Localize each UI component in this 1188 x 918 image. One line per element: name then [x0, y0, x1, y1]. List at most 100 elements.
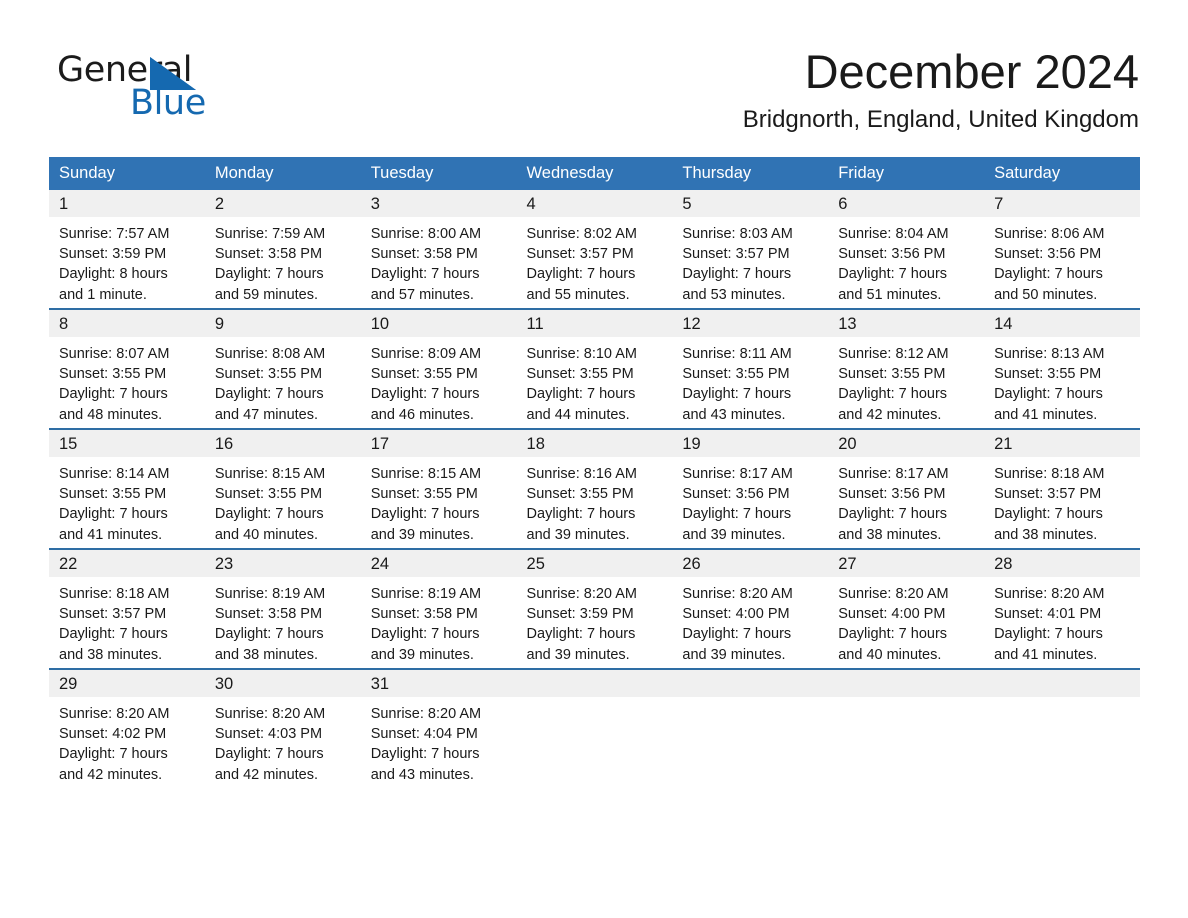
sunset-text: Sunset: 3:56 PM — [682, 486, 790, 503]
day-details: Sunrise: 8:13 AM Sunset: 3:55 PM Dayligh… — [984, 337, 1140, 425]
day-cell[interactable]: 22 Sunrise: 8:18 AM Sunset: 3:57 PM Dayl… — [49, 548, 205, 669]
day-cell[interactable]: 10 Sunrise: 8:09 AM Sunset: 3:55 PM Dayl… — [360, 308, 517, 429]
calendar-week-row: 29 Sunrise: 8:20 AM Sunset: 4:02 PM Dayl… — [49, 668, 1140, 788]
day-cell[interactable]: 31 Sunrise: 8:20 AM Sunset: 4:04 PM Dayl… — [360, 668, 517, 788]
sunset-text: Sunset: 3:55 PM — [682, 366, 790, 383]
day-cell[interactable]: 20 Sunrise: 8:17 AM Sunset: 3:56 PM Dayl… — [828, 428, 985, 549]
day-details: Sunrise: 8:19 AM Sunset: 3:58 PM Dayligh… — [361, 577, 517, 665]
daylight-text-line2: and 39 minutes. — [526, 646, 630, 663]
sunrise-text: Sunrise: 8:20 AM — [59, 706, 170, 722]
day-cell[interactable]: 4 Sunrise: 8:02 AM Sunset: 3:57 PM Dayli… — [516, 190, 673, 309]
day-cell[interactable]: 1 Sunrise: 7:57 AM Sunset: 3:59 PM Dayli… — [49, 190, 205, 309]
day-cell[interactable]: 9 Sunrise: 8:08 AM Sunset: 3:55 PM Dayli… — [204, 308, 361, 429]
sunrise-text: Sunrise: 8:20 AM — [994, 586, 1105, 602]
day-details: Sunrise: 8:17 AM Sunset: 3:56 PM Dayligh… — [828, 457, 984, 545]
general-blue-logo[interactable]: General Blue — [57, 52, 317, 130]
sunset-text: Sunset: 3:57 PM — [59, 606, 167, 623]
daylight-text-line2: and 47 minutes. — [214, 406, 319, 423]
day-number: 26 — [672, 550, 829, 577]
sunset-text: Sunset: 4:00 PM — [682, 606, 790, 623]
day-number: 18 — [516, 430, 673, 457]
day-cell[interactable]: 12 Sunrise: 8:11 AM Sunset: 3:55 PM Dayl… — [672, 308, 829, 429]
day-cell[interactable]: 28 Sunrise: 8:20 AM Sunset: 4:01 PM Dayl… — [984, 548, 1140, 669]
daylight-text-line2: and 42 minutes. — [59, 766, 163, 783]
daylight-text-line1: Daylight: 7 hours — [59, 626, 168, 643]
day-details: Sunrise: 8:03 AM Sunset: 3:57 PM Dayligh… — [672, 217, 828, 305]
daylight-text-line2: and 41 minutes. — [994, 406, 1098, 423]
day-cell[interactable]: 29 Sunrise: 8:20 AM Sunset: 4:02 PM Dayl… — [49, 668, 205, 788]
day-number: 9 — [204, 310, 361, 337]
day-cell[interactable]: 6 Sunrise: 8:04 AM Sunset: 3:56 PM Dayli… — [828, 190, 985, 309]
sunrise-text: Sunrise: 8:02 AM — [526, 226, 637, 242]
day-number: 22 — [49, 550, 205, 577]
sunrise-text: Sunrise: 8:14 AM — [59, 466, 170, 482]
sunrise-text: Sunrise: 8:19 AM — [214, 586, 326, 602]
day-cell[interactable]: 11 Sunrise: 8:10 AM Sunset: 3:55 PM Dayl… — [516, 308, 673, 429]
day-cell[interactable]: 13 Sunrise: 8:12 AM Sunset: 3:55 PM Dayl… — [828, 308, 985, 429]
sunset-text: Sunset: 3:56 PM — [838, 246, 946, 263]
day-cell[interactable]: 23 Sunrise: 8:19 AM Sunset: 3:58 PM Dayl… — [204, 548, 361, 669]
day-number: 11 — [516, 310, 673, 337]
sunset-text: Sunset: 3:58 PM — [370, 246, 478, 263]
sunset-text: Sunset: 4:03 PM — [214, 726, 323, 743]
sunrise-text: Sunrise: 8:08 AM — [214, 346, 326, 362]
daylight-text-line2: and 39 minutes. — [526, 526, 630, 543]
day-cell[interactable]: 2 Sunrise: 7:59 AM Sunset: 3:58 PM Dayli… — [204, 190, 361, 309]
sunset-text: Sunset: 3:57 PM — [682, 246, 790, 263]
day-cell[interactable]: 19 Sunrise: 8:17 AM Sunset: 3:56 PM Dayl… — [672, 428, 829, 549]
sunrise-text: Sunrise: 8:10 AM — [526, 346, 637, 362]
sunrise-text: Sunrise: 8:19 AM — [370, 586, 482, 602]
day-cell[interactable]: 21 Sunrise: 8:18 AM Sunset: 3:57 PM Dayl… — [984, 428, 1140, 549]
day-cell[interactable]: 14 Sunrise: 8:13 AM Sunset: 3:55 PM Dayl… — [984, 308, 1140, 429]
day-number: 19 — [672, 430, 829, 457]
day-cell[interactable]: 16 Sunrise: 8:15 AM Sunset: 3:55 PM Dayl… — [204, 428, 361, 549]
day-cell[interactable]: 26 Sunrise: 8:20 AM Sunset: 4:00 PM Dayl… — [672, 548, 829, 669]
daylight-text-line1: Daylight: 7 hours — [994, 626, 1103, 643]
day-cell[interactable]: 25 Sunrise: 8:20 AM Sunset: 3:59 PM Dayl… — [516, 548, 673, 669]
day-number: 17 — [360, 430, 517, 457]
daylight-text-line2: and 43 minutes. — [370, 766, 474, 783]
daylight-text-line1: Daylight: 8 hours — [59, 266, 168, 283]
day-cell[interactable]: 18 Sunrise: 8:16 AM Sunset: 3:55 PM Dayl… — [516, 428, 673, 549]
sunrise-text: Sunrise: 8:00 AM — [370, 226, 482, 242]
day-details: Sunrise: 8:02 AM Sunset: 3:57 PM Dayligh… — [517, 217, 673, 305]
calendar-week-row: 22 Sunrise: 8:18 AM Sunset: 3:57 PM Dayl… — [49, 548, 1140, 669]
day-details: Sunrise: 8:04 AM Sunset: 3:56 PM Dayligh… — [828, 217, 984, 305]
sunrise-text: Sunrise: 8:12 AM — [838, 346, 949, 362]
sunrise-text: Sunrise: 7:57 AM — [59, 226, 170, 242]
sunset-text: Sunset: 3:55 PM — [59, 366, 167, 383]
day-details: Sunrise: 8:16 AM Sunset: 3:55 PM Dayligh… — [517, 457, 673, 545]
day-number: 31 — [360, 670, 517, 697]
day-cell[interactable]: 17 Sunrise: 8:15 AM Sunset: 3:55 PM Dayl… — [360, 428, 517, 549]
daylight-text-line1: Daylight: 7 hours — [838, 626, 948, 643]
day-cell[interactable]: 5 Sunrise: 8:03 AM Sunset: 3:57 PM Dayli… — [672, 190, 829, 309]
day-cell[interactable]: 15 Sunrise: 8:14 AM Sunset: 3:55 PM Dayl… — [49, 428, 205, 549]
day-details: Sunrise: 8:08 AM Sunset: 3:55 PM Dayligh… — [205, 337, 361, 425]
weekday-header-saturday: Saturday — [984, 157, 1140, 190]
day-number: 1 — [49, 190, 205, 217]
day-number: 28 — [984, 550, 1140, 577]
day-details: Sunrise: 8:15 AM Sunset: 3:55 PM Dayligh… — [361, 457, 517, 545]
day-number: 4 — [516, 190, 673, 217]
daylight-text-line2: and 42 minutes. — [838, 406, 942, 423]
sunrise-text: Sunrise: 8:03 AM — [682, 226, 793, 242]
day-cell[interactable]: 7 Sunrise: 8:06 AM Sunset: 3:56 PM Dayli… — [984, 190, 1140, 309]
day-cell[interactable]: 3 Sunrise: 8:00 AM Sunset: 3:58 PM Dayli… — [360, 190, 517, 309]
weekday-header-tuesday: Tuesday — [360, 157, 517, 190]
sunset-text: Sunset: 4:00 PM — [838, 606, 946, 623]
calendar-body: 1 Sunrise: 7:57 AM Sunset: 3:59 PM Dayli… — [49, 190, 1140, 788]
daylight-text-line2: and 39 minutes. — [370, 646, 474, 663]
day-details: Sunrise: 8:10 AM Sunset: 3:55 PM Dayligh… — [517, 337, 673, 425]
daylight-text-line2: and 38 minutes. — [994, 526, 1098, 543]
day-cell-empty — [828, 668, 985, 788]
day-number: 29 — [49, 670, 205, 697]
daylight-text-line1: Daylight: 7 hours — [682, 386, 792, 403]
day-cell[interactable]: 24 Sunrise: 8:19 AM Sunset: 3:58 PM Dayl… — [360, 548, 517, 669]
sunrise-text: Sunrise: 8:18 AM — [994, 466, 1105, 482]
day-cell[interactable]: 8 Sunrise: 8:07 AM Sunset: 3:55 PM Dayli… — [49, 308, 205, 429]
day-cell[interactable]: 30 Sunrise: 8:20 AM Sunset: 4:03 PM Dayl… — [204, 668, 361, 788]
day-cell[interactable]: 27 Sunrise: 8:20 AM Sunset: 4:00 PM Dayl… — [828, 548, 985, 669]
day-number: 2 — [204, 190, 361, 217]
daylight-text-line2: and 38 minutes. — [59, 646, 163, 663]
daylight-text-line1: Daylight: 7 hours — [370, 386, 480, 403]
